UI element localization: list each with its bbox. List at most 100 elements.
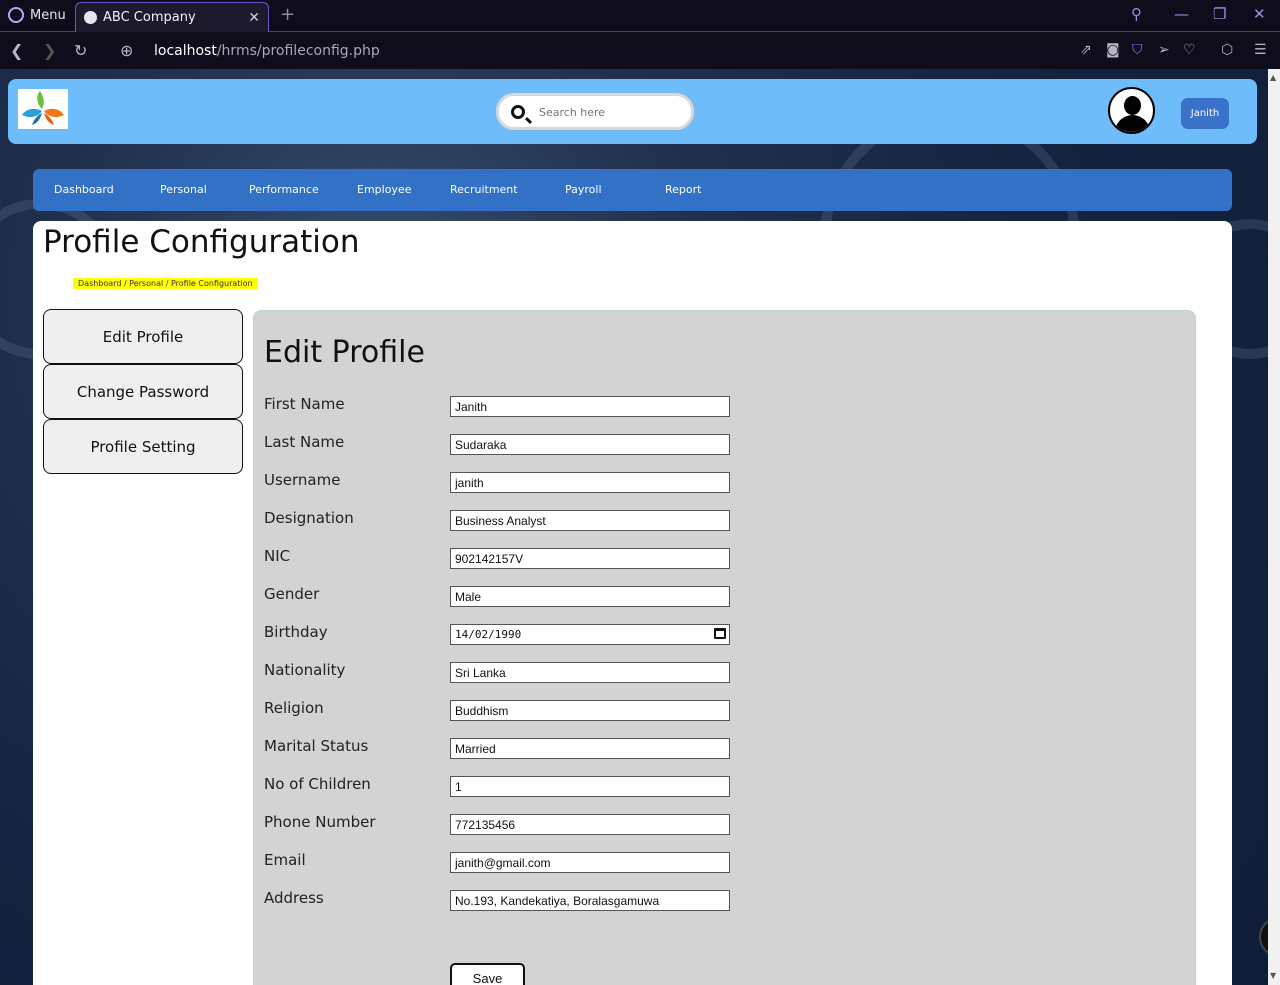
nav-item-report[interactable]: Report	[665, 183, 701, 196]
nav-item-personal[interactable]: Personal	[160, 183, 207, 196]
camera-icon[interactable]: ◙	[1106, 42, 1120, 58]
url-field[interactable]: localhost/hrms/profileconfig.php	[154, 43, 380, 59]
form-row: Email	[264, 851, 744, 873]
sidebar-item-edit-profile[interactable]: Edit Profile	[43, 309, 243, 364]
browser-menu-label: Menu	[30, 7, 66, 23]
sidebar-menu-icon[interactable]: ☰	[1254, 42, 1267, 58]
scroll-down-icon[interactable]: ▼	[1270, 971, 1276, 980]
field-label: Last Name	[264, 433, 345, 451]
form-title: Edit Profile	[264, 335, 425, 370]
new-tab-icon[interactable]: +	[280, 4, 295, 25]
field-label: Marital Status	[264, 737, 369, 755]
search-box[interactable]	[496, 93, 694, 130]
close-window-icon[interactable]: ✕	[1253, 5, 1266, 23]
minimize-icon[interactable]: —	[1174, 5, 1189, 23]
url-path: /hrms/profileconfig.php	[216, 43, 380, 59]
form-row: No of Children	[264, 775, 744, 797]
cube-icon[interactable]: ⬡	[1221, 42, 1233, 58]
nav-item-recruitment[interactable]: Recruitment	[450, 183, 518, 196]
form-row: Birthday	[264, 623, 744, 645]
religion-field[interactable]	[450, 700, 730, 721]
nationality-field[interactable]	[450, 662, 730, 683]
nic-field[interactable]	[450, 548, 730, 569]
field-label: Religion	[264, 699, 324, 717]
children-count-field[interactable]	[450, 776, 730, 797]
form-row: Marital Status	[264, 737, 744, 759]
browser-address-bar: ❮ ❯ ↻ ⊕ localhost/hrms/profileconfig.php…	[0, 33, 1280, 69]
edit-profile-panel: Edit Profile First Name Last Name Userna…	[253, 310, 1196, 985]
form-row: Last Name	[264, 433, 744, 455]
send-icon[interactable]: ➢	[1158, 42, 1170, 58]
last-name-field[interactable]	[450, 434, 730, 455]
app-header: Janith	[8, 79, 1257, 144]
form-row: Address	[264, 889, 744, 911]
close-tab-icon[interactable]: ✕	[248, 10, 260, 26]
field-label: First Name	[264, 395, 345, 413]
form-row: Religion	[264, 699, 744, 721]
sidebar-item-profile-setting[interactable]: Profile Setting	[43, 419, 243, 474]
avatar[interactable]	[1108, 87, 1155, 134]
form-row: Designation	[264, 509, 744, 531]
browser-tab[interactable]: ABC Company ✕	[75, 2, 269, 32]
field-label: Gender	[264, 585, 320, 603]
browser-tab-bar: Menu ABC Company ✕ + ⚲ — ❐ ✕	[0, 0, 1280, 32]
username-field[interactable]	[450, 472, 730, 493]
url-host: localhost	[154, 43, 217, 59]
field-label: NIC	[264, 547, 291, 565]
browser-menu-button[interactable]: Menu	[8, 7, 66, 23]
field-label: Address	[264, 889, 324, 907]
address-field[interactable]	[450, 890, 730, 911]
field-label: No of Children	[264, 775, 371, 793]
search-icon[interactable]	[511, 105, 525, 119]
calendar-icon[interactable]	[714, 628, 726, 639]
forward-icon[interactable]: ❯	[43, 41, 56, 60]
globe-icon	[84, 11, 97, 24]
sidebar-item-change-password[interactable]: Change Password	[43, 364, 243, 419]
birthday-field[interactable]	[450, 624, 730, 645]
field-label: Email	[264, 851, 306, 869]
email-field[interactable]	[450, 852, 730, 873]
reload-icon[interactable]: ↻	[74, 41, 87, 60]
scroll-up-icon[interactable]: ▲	[1270, 73, 1276, 82]
content-card: Profile Configuration Dashboard / Person…	[33, 221, 1232, 985]
opera-logo-icon	[8, 7, 24, 23]
collapse-handle-icon[interactable]: ❮	[1259, 917, 1268, 957]
breadcrumb[interactable]: Dashboard / Personal / Profile Configura…	[73, 278, 258, 289]
designation-field[interactable]	[450, 510, 730, 531]
shield-icon[interactable]: ⛉	[1132, 42, 1143, 58]
form-row: Username	[264, 471, 744, 493]
form-row: NIC	[264, 547, 744, 569]
share-icon[interactable]: ⇗	[1080, 42, 1092, 58]
field-label: Username	[264, 471, 341, 489]
user-silhouette-icon	[1124, 96, 1141, 115]
nav-item-dashboard[interactable]: Dashboard	[54, 183, 114, 196]
search-input[interactable]	[539, 102, 679, 122]
user-button[interactable]: Janith	[1181, 98, 1229, 129]
nav-item-employee[interactable]: Employee	[357, 183, 411, 196]
marital-status-field[interactable]	[450, 738, 730, 759]
tab-title: ABC Company	[103, 10, 196, 25]
back-icon[interactable]: ❮	[10, 41, 23, 60]
gender-field[interactable]	[450, 586, 730, 607]
field-label: Phone Number	[264, 813, 376, 831]
nav-item-performance[interactable]: Performance	[249, 183, 319, 196]
main-nav: Dashboard Personal Performance Employee …	[33, 169, 1232, 211]
field-label: Nationality	[264, 661, 346, 679]
company-logo[interactable]	[18, 89, 68, 129]
site-info-icon[interactable]: ⊕	[120, 41, 133, 60]
nav-item-payroll[interactable]: Payroll	[565, 183, 602, 196]
restore-icon[interactable]: ❐	[1213, 5, 1226, 23]
first-name-field[interactable]	[450, 396, 730, 417]
save-button[interactable]: Save	[450, 963, 525, 985]
heart-icon[interactable]: ♡	[1183, 42, 1196, 58]
form-row: First Name	[264, 395, 744, 417]
field-label: Designation	[264, 509, 354, 527]
page-title: Profile Configuration	[43, 224, 360, 260]
phone-number-field[interactable]	[450, 814, 730, 835]
page-scrollbar[interactable]: ▲ ▼	[1268, 69, 1280, 985]
search-tabs-icon[interactable]: ⚲	[1131, 5, 1142, 23]
field-label: Birthday	[264, 623, 328, 641]
form-row: Gender	[264, 585, 744, 607]
form-row: Phone Number	[264, 813, 744, 835]
page-viewport: Janith Dashboard Personal Performance Em…	[0, 69, 1268, 985]
